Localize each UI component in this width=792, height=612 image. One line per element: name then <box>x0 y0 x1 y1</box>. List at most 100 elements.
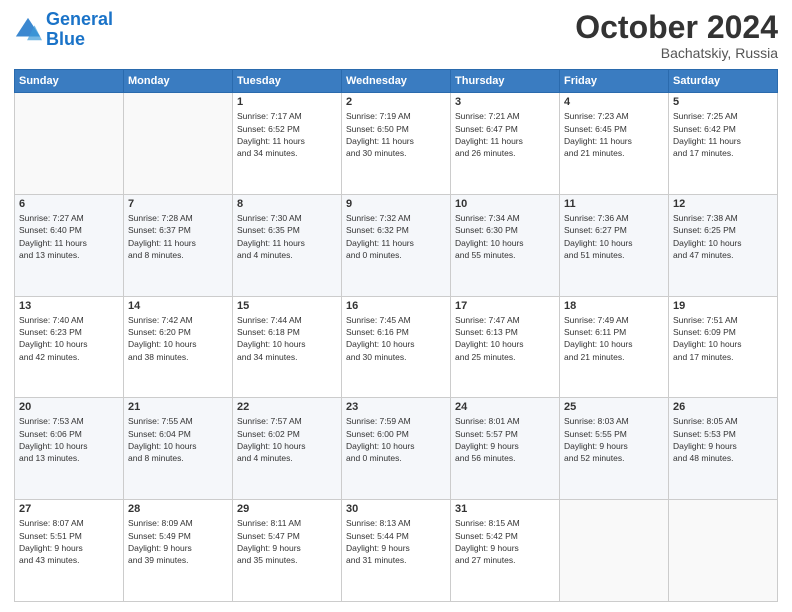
day-number: 28 <box>128 503 228 515</box>
day-number: 13 <box>19 300 119 312</box>
day-number: 17 <box>455 300 555 312</box>
calendar-cell: 12 Sunrise: 7:38 AM Sunset: 6:25 PM Dayli… <box>669 194 778 296</box>
day-number: 3 <box>455 96 555 108</box>
day-of-week-header: Monday <box>124 70 233 93</box>
day-number: 22 <box>237 401 337 413</box>
calendar-cell: 2 Sunrise: 7:19 AM Sunset: 6:50 PM Daylig… <box>342 93 451 195</box>
day-number: 23 <box>346 401 446 413</box>
calendar-cell: 9 Sunrise: 7:32 AM Sunset: 6:32 PM Daylig… <box>342 194 451 296</box>
day-of-week-header: Thursday <box>451 70 560 93</box>
day-info: Sunrise: 7:32 AM Sunset: 6:32 PM Dayligh… <box>346 212 446 261</box>
calendar-cell: 24 Sunrise: 8:01 AM Sunset: 5:57 PM Dayli… <box>451 398 560 500</box>
day-of-week-header: Saturday <box>669 70 778 93</box>
calendar-week-row: 1 Sunrise: 7:17 AM Sunset: 6:52 PM Daylig… <box>15 93 778 195</box>
calendar-cell: 26 Sunrise: 8:05 AM Sunset: 5:53 PM Dayli… <box>669 398 778 500</box>
day-info: Sunrise: 7:21 AM Sunset: 6:47 PM Dayligh… <box>455 110 555 159</box>
calendar-cell: 31 Sunrise: 8:15 AM Sunset: 5:42 PM Dayli… <box>451 500 560 602</box>
calendar-cell: 11Sunrise: 7:36 AM Sunset: 6:27 PM Dayli… <box>560 194 669 296</box>
calendar-cell: 29Sunrise: 8:11 AM Sunset: 5:47 PM Dayli… <box>233 500 342 602</box>
day-number: 10 <box>455 198 555 210</box>
day-info: Sunrise: 7:34 AM Sunset: 6:30 PM Dayligh… <box>455 212 555 261</box>
day-number: 21 <box>128 401 228 413</box>
day-number: 24 <box>455 401 555 413</box>
calendar-cell <box>669 500 778 602</box>
logo-blue: Blue <box>46 29 85 49</box>
day-info: Sunrise: 8:01 AM Sunset: 5:57 PM Dayligh… <box>455 415 555 464</box>
day-info: Sunrise: 7:17 AM Sunset: 6:52 PM Dayligh… <box>237 110 337 159</box>
calendar-cell <box>15 93 124 195</box>
calendar-cell: 22 Sunrise: 7:57 AM Sunset: 6:02 PM Dayli… <box>233 398 342 500</box>
day-info: Sunrise: 7:19 AM Sunset: 6:50 PM Dayligh… <box>346 110 446 159</box>
day-number: 1 <box>237 96 337 108</box>
day-info: Sunrise: 7:44 AM Sunset: 6:18 PM Dayligh… <box>237 314 337 363</box>
day-info: Sunrise: 8:15 AM Sunset: 5:42 PM Dayligh… <box>455 517 555 566</box>
logo-icon <box>14 16 42 44</box>
day-info: Sunrise: 7:45 AM Sunset: 6:16 PM Dayligh… <box>346 314 446 363</box>
day-info: Sunrise: 8:11 AM Sunset: 5:47 PM Dayligh… <box>237 517 337 566</box>
calendar-cell: 21 Sunrise: 7:55 AM Sunset: 6:04 PM Dayli… <box>124 398 233 500</box>
calendar-cell: 14Sunrise: 7:42 AM Sunset: 6:20 PM Dayli… <box>124 296 233 398</box>
calendar-cell: 3 Sunrise: 7:21 AM Sunset: 6:47 PM Daylig… <box>451 93 560 195</box>
calendar-week-row: 20Sunrise: 7:53 AM Sunset: 6:06 PM Dayli… <box>15 398 778 500</box>
calendar-cell: 7 Sunrise: 7:28 AM Sunset: 6:37 PM Daylig… <box>124 194 233 296</box>
day-number: 9 <box>346 198 446 210</box>
day-info: Sunrise: 8:03 AM Sunset: 5:55 PM Dayligh… <box>564 415 664 464</box>
calendar-cell: 13 Sunrise: 7:40 AM Sunset: 6:23 PM Dayli… <box>15 296 124 398</box>
calendar-cell: 5Sunrise: 7:25 AM Sunset: 6:42 PM Daylig… <box>669 93 778 195</box>
calendar-header-row: SundayMondayTuesdayWednesdayThursdayFrid… <box>15 70 778 93</box>
day-info: Sunrise: 7:30 AM Sunset: 6:35 PM Dayligh… <box>237 212 337 261</box>
month-title: October 2024 <box>575 10 778 45</box>
day-info: Sunrise: 7:27 AM Sunset: 6:40 PM Dayligh… <box>19 212 119 261</box>
title-block: October 2024 Bachatskiy, Russia <box>575 10 778 61</box>
calendar-week-row: 13 Sunrise: 7:40 AM Sunset: 6:23 PM Dayli… <box>15 296 778 398</box>
calendar-cell: 23 Sunrise: 7:59 AM Sunset: 6:00 PM Dayli… <box>342 398 451 500</box>
calendar-cell <box>560 500 669 602</box>
day-of-week-header: Sunday <box>15 70 124 93</box>
day-info: Sunrise: 7:28 AM Sunset: 6:37 PM Dayligh… <box>128 212 228 261</box>
logo-text: General Blue <box>46 10 113 50</box>
day-info: Sunrise: 8:05 AM Sunset: 5:53 PM Dayligh… <box>673 415 773 464</box>
day-number: 31 <box>455 503 555 515</box>
day-number: 12 <box>673 198 773 210</box>
calendar-cell: 10 Sunrise: 7:34 AM Sunset: 6:30 PM Dayli… <box>451 194 560 296</box>
day-info: Sunrise: 8:13 AM Sunset: 5:44 PM Dayligh… <box>346 517 446 566</box>
day-of-week-header: Wednesday <box>342 70 451 93</box>
calendar-cell: 4 Sunrise: 7:23 AM Sunset: 6:45 PM Daylig… <box>560 93 669 195</box>
day-info: Sunrise: 7:57 AM Sunset: 6:02 PM Dayligh… <box>237 415 337 464</box>
day-of-week-header: Tuesday <box>233 70 342 93</box>
calendar-cell: 30 Sunrise: 8:13 AM Sunset: 5:44 PM Dayli… <box>342 500 451 602</box>
day-number: 25 <box>564 401 664 413</box>
header: General Blue October 2024 Bachatskiy, Ru… <box>14 10 778 61</box>
day-of-week-header: Friday <box>560 70 669 93</box>
day-info: Sunrise: 7:53 AM Sunset: 6:06 PM Dayligh… <box>19 415 119 464</box>
location: Bachatskiy, Russia <box>575 45 778 61</box>
day-number: 14 <box>128 300 228 312</box>
day-number: 4 <box>564 96 664 108</box>
calendar-week-row: 27Sunrise: 8:07 AM Sunset: 5:51 PM Dayli… <box>15 500 778 602</box>
day-number: 6 <box>19 198 119 210</box>
day-number: 7 <box>128 198 228 210</box>
calendar-cell <box>124 93 233 195</box>
day-info: Sunrise: 7:55 AM Sunset: 6:04 PM Dayligh… <box>128 415 228 464</box>
calendar-cell: 25 Sunrise: 8:03 AM Sunset: 5:55 PM Dayli… <box>560 398 669 500</box>
day-info: Sunrise: 7:47 AM Sunset: 6:13 PM Dayligh… <box>455 314 555 363</box>
day-info: Sunrise: 7:59 AM Sunset: 6:00 PM Dayligh… <box>346 415 446 464</box>
calendar-cell: 1 Sunrise: 7:17 AM Sunset: 6:52 PM Daylig… <box>233 93 342 195</box>
calendar-cell: 17 Sunrise: 7:47 AM Sunset: 6:13 PM Dayli… <box>451 296 560 398</box>
day-info: Sunrise: 7:36 AM Sunset: 6:27 PM Dayligh… <box>564 212 664 261</box>
day-info: Sunrise: 8:09 AM Sunset: 5:49 PM Dayligh… <box>128 517 228 566</box>
day-info: Sunrise: 7:23 AM Sunset: 6:45 PM Dayligh… <box>564 110 664 159</box>
day-number: 15 <box>237 300 337 312</box>
day-number: 26 <box>673 401 773 413</box>
calendar-cell: 8Sunrise: 7:30 AM Sunset: 6:35 PM Daylig… <box>233 194 342 296</box>
calendar-week-row: 6 Sunrise: 7:27 AM Sunset: 6:40 PM Daylig… <box>15 194 778 296</box>
day-number: 27 <box>19 503 119 515</box>
day-info: Sunrise: 7:38 AM Sunset: 6:25 PM Dayligh… <box>673 212 773 261</box>
day-number: 16 <box>346 300 446 312</box>
day-info: Sunrise: 7:40 AM Sunset: 6:23 PM Dayligh… <box>19 314 119 363</box>
calendar-cell: 27Sunrise: 8:07 AM Sunset: 5:51 PM Dayli… <box>15 500 124 602</box>
calendar: SundayMondayTuesdayWednesdayThursdayFrid… <box>14 69 778 602</box>
day-number: 2 <box>346 96 446 108</box>
day-number: 30 <box>346 503 446 515</box>
day-number: 19 <box>673 300 773 312</box>
